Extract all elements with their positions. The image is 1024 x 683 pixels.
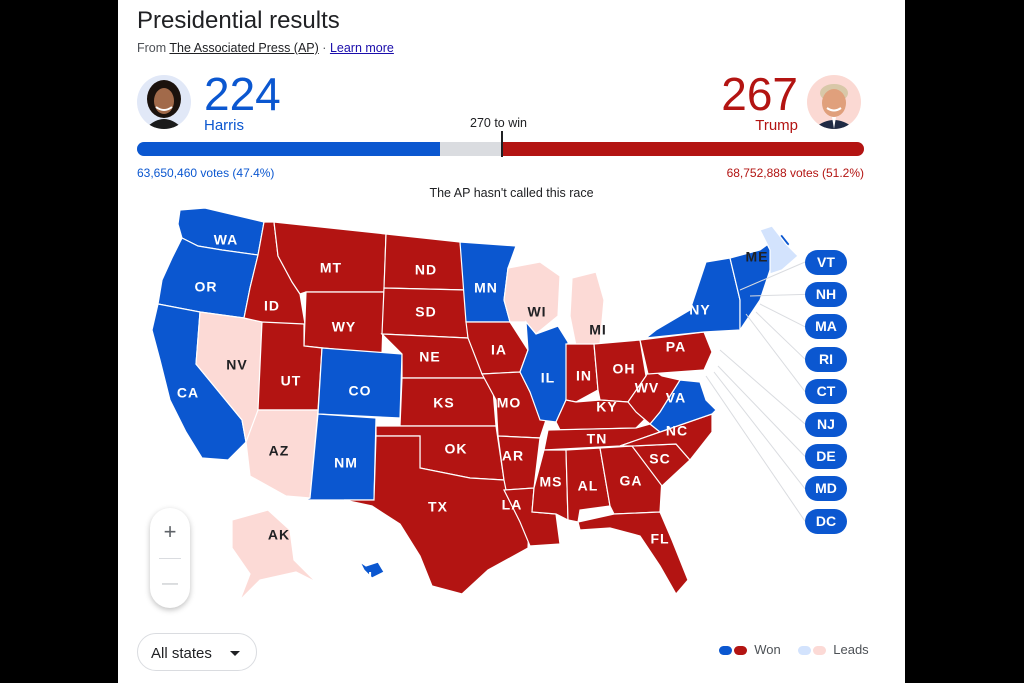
trump-portrait-icon bbox=[813, 84, 855, 129]
state-label-sd: SD bbox=[415, 304, 436, 320]
trump-name: Trump bbox=[755, 117, 798, 134]
state-label-me: ME bbox=[746, 249, 769, 265]
page-title: Presidential results bbox=[137, 7, 340, 34]
state-label-oh: OH bbox=[613, 361, 636, 377]
state-label-nc: NC bbox=[666, 423, 688, 439]
state-filter-value: All states bbox=[151, 645, 212, 662]
legend-leads-label: Leads bbox=[833, 642, 869, 657]
small-state-pill-de[interactable]: DE bbox=[805, 443, 847, 469]
state-label-ny: NY bbox=[689, 302, 710, 318]
dropdown-caret-icon bbox=[230, 651, 240, 656]
us-electoral-map[interactable]: WA OR CA NV ID MT WY UT AZ CO NM ND SD NE KS OK TX MN IA MO… bbox=[118, 200, 905, 610]
state-label-in: IN bbox=[576, 368, 592, 384]
state-label-ca: CA bbox=[177, 385, 199, 401]
state-label-hi: HI bbox=[357, 569, 373, 585]
leader-line-de bbox=[717, 365, 806, 457]
state-label-pa: PA bbox=[666, 339, 686, 355]
map-zoom-controls: + — bbox=[150, 508, 190, 608]
leader-line-dc bbox=[705, 375, 806, 522]
state-label-ks: KS bbox=[433, 395, 454, 411]
harris-popular-votes: 63,650,460 votes (47.4%) bbox=[137, 166, 275, 180]
state-label-wi: WI bbox=[527, 304, 546, 320]
legend-rep-leads-swatch bbox=[812, 646, 826, 656]
source-line: From The Associated Press (AP) · Learn m… bbox=[137, 41, 394, 55]
state-label-nm: NM bbox=[334, 455, 358, 471]
small-state-pill-md[interactable]: MD bbox=[805, 476, 847, 502]
state-label-nd: ND bbox=[415, 262, 437, 278]
state-label-ok: OK bbox=[445, 441, 468, 457]
state-ak[interactable] bbox=[231, 509, 317, 601]
trump-bar-segment bbox=[503, 142, 864, 156]
small-state-pill-ct[interactable]: CT bbox=[805, 379, 847, 405]
learn-more-link[interactable]: Learn more bbox=[330, 41, 394, 55]
harris-avatar bbox=[137, 75, 191, 129]
legend-dem-won-swatch bbox=[719, 646, 732, 656]
state-label-tn: TN bbox=[587, 431, 608, 447]
harris-electoral-count: 224 bbox=[204, 68, 281, 120]
state-label-tx: TX bbox=[428, 499, 448, 515]
legend-leads: Leads bbox=[798, 642, 869, 657]
state-label-id: ID bbox=[264, 298, 280, 314]
legend-won-label: Won bbox=[754, 642, 781, 657]
zoom-divider bbox=[159, 558, 181, 559]
state-label-co: CO bbox=[349, 383, 372, 399]
small-state-pill-ri[interactable]: RI bbox=[805, 346, 847, 372]
trump-popular-votes: 68,752,888 votes (51.2%) bbox=[726, 166, 864, 180]
state-label-ak: AK bbox=[268, 527, 290, 543]
state-label-fl: FL bbox=[650, 531, 669, 547]
legend-dem-leads-swatch bbox=[798, 646, 811, 656]
state-label-ut: UT bbox=[281, 373, 302, 389]
state-label-wy: WY bbox=[332, 319, 357, 335]
trump-avatar bbox=[807, 75, 861, 129]
state-label-or: OR bbox=[195, 279, 218, 295]
harris-bar-segment bbox=[137, 142, 440, 156]
state-label-ne: NE bbox=[419, 349, 440, 365]
legend-won: Won bbox=[719, 642, 781, 657]
state-label-il: IL bbox=[541, 370, 555, 386]
state-label-ga: GA bbox=[620, 473, 643, 489]
state-ny[interactable] bbox=[644, 257, 741, 339]
small-state-pill-nj[interactable]: NJ bbox=[805, 411, 847, 437]
state-label-wa: WA bbox=[214, 232, 239, 248]
state-wi[interactable] bbox=[503, 261, 561, 335]
small-state-pill-ma[interactable]: MA bbox=[805, 314, 847, 340]
state-label-mn: MN bbox=[474, 280, 498, 296]
state-label-sc: SC bbox=[649, 451, 670, 467]
legend-rep-won-swatch bbox=[733, 646, 747, 656]
state-label-mi: MI bbox=[589, 322, 607, 338]
state-label-mo: MO bbox=[497, 395, 522, 411]
state-label-nv: NV bbox=[226, 357, 247, 373]
separator: · bbox=[322, 41, 327, 55]
race-status: The AP hasn't called this race bbox=[429, 186, 594, 200]
state-label-mt: MT bbox=[320, 260, 342, 276]
state-fl[interactable] bbox=[577, 511, 689, 596]
harris-name: Harris bbox=[204, 117, 244, 134]
source-link[interactable]: The Associated Press (AP) bbox=[169, 41, 318, 55]
state-label-va: VA bbox=[666, 390, 686, 406]
state-label-ia: IA bbox=[491, 342, 507, 358]
zoom-out-button[interactable]: — bbox=[150, 560, 190, 608]
state-label-ms: MS bbox=[540, 474, 563, 490]
threshold-label: 270 to win bbox=[470, 116, 527, 130]
leader-line-ma bbox=[759, 303, 806, 328]
state-label-ky: KY bbox=[596, 399, 617, 415]
state-filter-dropdown[interactable]: All states bbox=[137, 633, 257, 671]
leader-line-md bbox=[713, 371, 806, 490]
trump-electoral-count: 267 bbox=[721, 68, 798, 120]
small-state-pill-nh[interactable]: NH bbox=[805, 281, 847, 307]
source-prefix: From bbox=[137, 41, 167, 55]
zoom-in-button[interactable]: + bbox=[150, 508, 190, 556]
state-label-al: AL bbox=[578, 478, 599, 494]
threshold-marker bbox=[500, 131, 503, 157]
small-state-pill-vt[interactable]: VT bbox=[805, 249, 847, 275]
harris-portrait-icon bbox=[145, 80, 183, 129]
state-label-az: AZ bbox=[269, 443, 290, 459]
results-card: Presidential results From The Associated… bbox=[118, 0, 905, 683]
state-label-la: LA bbox=[502, 497, 523, 513]
leader-line-ri bbox=[755, 311, 806, 360]
state-label-ar: AR bbox=[502, 448, 524, 464]
state-label-wv: WV bbox=[635, 380, 660, 396]
small-state-pill-dc[interactable]: DC bbox=[805, 508, 847, 534]
